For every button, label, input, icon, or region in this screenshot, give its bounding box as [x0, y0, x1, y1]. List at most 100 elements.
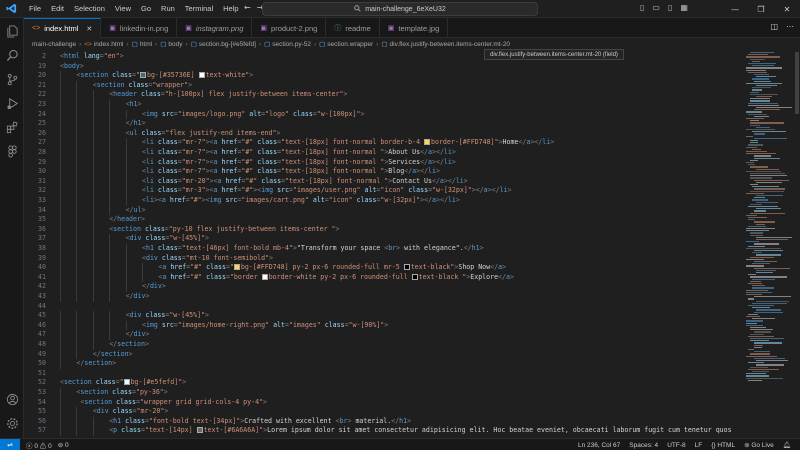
- ports-indicator[interactable]: ⊚ 0: [58, 441, 69, 449]
- more-actions-icon[interactable]: ⋯: [786, 22, 794, 31]
- breadcrumb-item[interactable]: index.html: [94, 41, 124, 48]
- menu-terminal[interactable]: Terminal: [180, 0, 218, 18]
- figma-extension-icon[interactable]: [0, 140, 24, 162]
- code-line[interactable]: 31 <li class="mr-20"><a href="#" class="t…: [24, 176, 744, 187]
- code-line[interactable]: 52 <section class=" bg-[#e5fefd]">: [24, 378, 744, 388]
- code-line[interactable]: 50 </section>: [24, 359, 744, 369]
- vertical-scrollbar[interactable]: [794, 50, 800, 438]
- remote-indicator-icon[interactable]: ⇌: [0, 438, 20, 450]
- breadcrumb-item[interactable]: section.py-52: [272, 41, 311, 48]
- code-line[interactable]: 51: [24, 369, 744, 379]
- file-encoding[interactable]: UTF-8: [667, 442, 685, 449]
- problems-indicator[interactable]: ⓧ 0 ⚠ 0: [26, 440, 52, 450]
- tab-product-2-png[interactable]: ▣ product-2.png: [252, 18, 327, 38]
- tab-template-jpg[interactable]: ▣ template.jpg: [380, 18, 449, 38]
- code-line[interactable]: 43 </div>: [24, 292, 744, 302]
- color-swatch[interactable]: [411, 273, 418, 280]
- scrollbar-thumb[interactable]: [795, 52, 799, 114]
- code-line[interactable]: 22 <header class="h-[100px] flex justify-…: [24, 90, 744, 100]
- color-swatch[interactable]: [123, 379, 130, 386]
- toggle-secondary-sidebar-icon[interactable]: ▯: [668, 3, 672, 12]
- tab-readme[interactable]: ⓘ readme: [326, 18, 380, 38]
- back-arrow-icon[interactable]: ←: [244, 3, 251, 12]
- code-line[interactable]: 53 <section class="py-36">: [24, 388, 744, 398]
- code-line[interactable]: 32 <li class="mr-3"><a href="#"><img src=…: [24, 186, 744, 196]
- menu-run[interactable]: Run: [156, 0, 180, 18]
- code-line[interactable]: 41 <a href="#" class="border border-white…: [24, 272, 744, 283]
- search-view-icon[interactable]: [0, 44, 24, 66]
- minimize-icon[interactable]: —: [722, 0, 748, 18]
- code-line[interactable]: 2 <html lang="en">: [24, 52, 744, 62]
- end-of-line[interactable]: LF: [695, 442, 703, 449]
- color-swatch[interactable]: [196, 427, 203, 434]
- code-line[interactable]: 48 </section>: [24, 340, 744, 350]
- run-debug-icon[interactable]: [0, 92, 24, 114]
- code-line[interactable]: 36 <section class="py-10 flex justify-bet…: [24, 224, 744, 235]
- code-line[interactable]: 33 <li><a href="#"><img src="images/cart.…: [24, 196, 744, 206]
- code-line[interactable]: 54 <section class="wrapper grid grid-col…: [24, 397, 744, 408]
- source-control-icon[interactable]: [0, 68, 24, 90]
- menu-file[interactable]: File: [24, 0, 46, 18]
- color-swatch[interactable]: [198, 72, 205, 79]
- code-line[interactable]: 28 <li class="mr-7"><a href="#" class="te…: [24, 148, 744, 158]
- tab-linkedin-png[interactable]: ▣ linkedin-in.png: [101, 18, 178, 38]
- breadcrumb-item[interactable]: section.bg-[#e5fefd]: [199, 41, 256, 48]
- menu-view[interactable]: View: [110, 0, 136, 18]
- code-line[interactable]: 19 <body>: [24, 62, 744, 72]
- manage-gear-icon[interactable]: [0, 412, 24, 434]
- language-mode[interactable]: {} HTML: [711, 442, 735, 449]
- menu-edit[interactable]: Edit: [46, 0, 69, 18]
- extensions-icon[interactable]: [0, 116, 24, 138]
- code-line[interactable]: 57 <p class="text-[14px] text-[#6A6A6A]">…: [24, 426, 744, 436]
- code-editor[interactable]: 2 <html lang="en"> 19 <body> 20 <section clas…: [24, 50, 744, 438]
- code-line[interactable]: 21 <section class="wrapper">: [24, 80, 744, 91]
- tab-instagram-png[interactable]: ▣ instagram.png: [177, 18, 253, 38]
- cursor-position[interactable]: Ln 236, Col 67: [578, 442, 620, 449]
- menu-go[interactable]: Go: [136, 0, 156, 18]
- customize-layout-icon[interactable]: ▦: [680, 3, 688, 12]
- code-line[interactable]: 49 </section>: [24, 349, 744, 360]
- code-line[interactable]: 34 </ul>: [24, 205, 744, 216]
- color-swatch[interactable]: [139, 72, 146, 79]
- code-line[interactable]: 24 <img src="images/logo.png" alt="logo" …: [24, 109, 744, 120]
- color-swatch[interactable]: [233, 264, 240, 271]
- breadcrumb-item[interactable]: body: [168, 41, 182, 48]
- code-line[interactable]: 29 <li class="mr-7"><a href="#" class="te…: [24, 157, 744, 168]
- color-swatch[interactable]: [424, 139, 431, 146]
- minimap[interactable]: [744, 50, 794, 438]
- code-line[interactable]: 27 <li class="mr-7"><a href="#" class="te…: [24, 138, 744, 148]
- close-window-icon[interactable]: ✕: [774, 0, 800, 18]
- code-line[interactable]: 30 <li class="mr-7"><a href="#" class="te…: [24, 167, 744, 177]
- breadcrumb-item[interactable]: html: [140, 41, 152, 48]
- code-line[interactable]: 45 <div class="w-[45%]">: [24, 311, 744, 321]
- code-line[interactable]: 47 </div>: [24, 330, 744, 340]
- code-line[interactable]: 44: [24, 302, 744, 312]
- menu-selection[interactable]: Selection: [69, 0, 110, 18]
- code-line[interactable]: 23 <h1>: [24, 100, 744, 110]
- code-line[interactable]: 20 <section class=" bg-[#35736E] text-whit…: [24, 71, 744, 81]
- code-line[interactable]: 26 <ul class="flex justify-end items-end"…: [24, 128, 744, 139]
- notifications-bell-icon[interactable]: 🔔︎: [783, 441, 791, 449]
- breadcrumb-item[interactable]: main-challenge: [32, 41, 76, 48]
- account-icon[interactable]: [0, 388, 24, 410]
- menu-help[interactable]: Help: [218, 0, 243, 18]
- code-line[interactable]: 35 </header>: [24, 215, 744, 225]
- code-line[interactable]: 38 <h1 class="text-[46px] font-bold mb-4"…: [24, 244, 744, 254]
- split-editor-icon[interactable]: ◫: [770, 22, 778, 31]
- command-center-search[interactable]: main-challenge_6eXeU32: [262, 2, 538, 16]
- restore-icon[interactable]: ❐: [748, 0, 774, 18]
- indentation[interactable]: Spaces: 4: [629, 442, 658, 449]
- code-line[interactable]: 25 </h1>: [24, 119, 744, 129]
- code-line[interactable]: 46 <img src="images/home-right.png" alt="…: [24, 320, 744, 331]
- breadcrumb-item[interactable]: section.wrapper: [327, 41, 373, 48]
- color-swatch[interactable]: [261, 273, 268, 280]
- code-line[interactable]: 40 <a href="#" class=" bg-[#FFD748] py-2 p…: [24, 263, 744, 273]
- code-line[interactable]: 56 <h1 class="font-bold text-[34px]">Craf…: [24, 416, 744, 427]
- code-line[interactable]: 39 <div class="mt-10 font-semibold">: [24, 253, 744, 264]
- go-live-button[interactable]: ⊚ Go Live: [744, 441, 774, 449]
- code-line[interactable]: 42 </div>: [24, 282, 744, 292]
- explorer-icon[interactable]: [0, 20, 24, 42]
- toggle-panel-icon[interactable]: ▭: [652, 3, 660, 12]
- breadcrumb-item[interactable]: div.flex.justify-between.items-center.mt…: [390, 41, 511, 48]
- close-tab-icon[interactable]: ✕: [86, 25, 92, 33]
